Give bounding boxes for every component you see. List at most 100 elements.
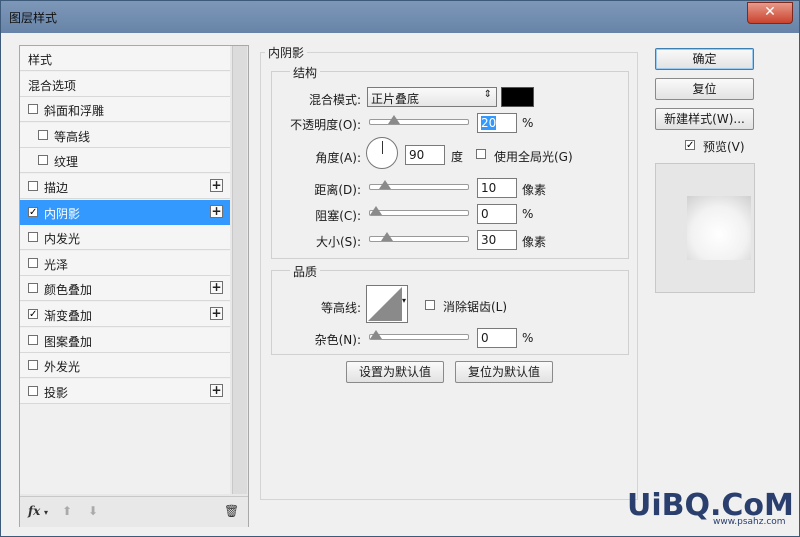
distance-slider[interactable] <box>369 180 469 190</box>
style-item-11[interactable]: 图案叠加 <box>20 327 230 353</box>
distance-slider-thumb[interactable] <box>378 180 391 189</box>
style-item-label: 等高线 <box>54 129 91 144</box>
distance-label: 距离(D): <box>314 183 361 197</box>
choke-slider-thumb[interactable] <box>370 206 382 215</box>
size-label: 大小(S): <box>315 235 361 249</box>
move-up-icon[interactable]: ⬆ <box>62 504 72 518</box>
style-item-checkbox[interactable] <box>28 232 38 243</box>
opacity-slider[interactable] <box>369 115 469 125</box>
global-light-label: 使用全局光(G) <box>494 150 573 164</box>
size-slider-thumb[interactable] <box>380 232 393 241</box>
style-item-label: 内发光 <box>44 232 81 247</box>
add-effect-plus-icon[interactable]: + <box>210 179 223 192</box>
add-effect-plus-icon[interactable]: + <box>210 204 223 218</box>
angle-label: 角度(A): <box>315 151 361 165</box>
style-item-checkbox[interactable] <box>28 385 38 396</box>
preview-box <box>655 163 755 293</box>
style-item-label: 光泽 <box>44 257 69 272</box>
styles-bottom-bar: fx ▾ ⬆ ⬇ 🗑 <box>20 496 248 527</box>
noise-slider[interactable] <box>369 330 469 340</box>
add-effect-plus-icon[interactable]: + <box>210 383 223 397</box>
noise-input[interactable]: 0 <box>477 328 517 348</box>
move-down-icon[interactable]: ⬇ <box>88 504 98 518</box>
style-item-label: 混合选项 <box>28 78 77 93</box>
style-item-6[interactable]: ✓ 内阴影 + <box>20 199 230 225</box>
make-default-button[interactable]: 设置为默认值 <box>346 361 444 383</box>
style-item-3[interactable]: 等高线 <box>20 122 230 148</box>
antialias-label: 消除锯齿(L) <box>443 300 508 314</box>
ok-button[interactable]: 确定 <box>655 48 754 70</box>
antialias-checkbox[interactable] <box>425 300 435 310</box>
styles-panel: 样式混合选项斜面和浮雕等高线纹理 描边 + ✓ 内阴影 + 内发光光泽颜色叠加 + ✓ 渐变叠加 +… <box>19 45 249 527</box>
layer-style-dialog: 图层样式 ✕ 样式混合选项斜面和浮雕等高线纹理 描边 + ✓ 内阴影 + 内发光光泽颜色叠加… <box>0 0 800 537</box>
style-item-7[interactable]: 内发光 <box>20 225 230 251</box>
opacity-input[interactable]: 20 <box>477 113 517 133</box>
inner-shadow-title: 内阴影 <box>265 44 308 61</box>
style-item-checkbox[interactable] <box>28 360 38 371</box>
style-item-checkbox[interactable] <box>38 155 48 166</box>
style-item-10[interactable]: ✓ 渐变叠加 + <box>20 302 230 327</box>
reset-button[interactable]: 复位 <box>655 78 754 100</box>
angle-dial[interactable] <box>366 137 398 169</box>
choke-slider[interactable] <box>369 206 469 216</box>
size-slider[interactable] <box>369 232 469 242</box>
checkmark-icon: ✓ <box>686 140 695 151</box>
style-item-4[interactable]: 纹理 <box>20 148 230 174</box>
style-item-checkbox[interactable] <box>28 257 38 268</box>
contour-dropdown-icon: ▾ <box>402 296 407 305</box>
style-item-0[interactable]: 样式 <box>20 46 230 71</box>
preview-checkbox[interactable]: ✓ <box>685 140 695 151</box>
close-icon: ✕ <box>764 4 776 20</box>
add-effect-plus-icon[interactable]: + <box>210 281 223 295</box>
noise-label: 杂色(N): <box>314 333 361 347</box>
style-item-label: 内阴影 <box>44 206 81 221</box>
contour-picker[interactable]: ▾ <box>366 285 408 323</box>
structure-title: 结构 <box>290 64 321 81</box>
opacity-value: 20 <box>481 116 497 130</box>
add-effect-plus-icon[interactable]: + <box>210 307 223 320</box>
quality-title: 品质 <box>290 263 321 280</box>
style-item-checkbox[interactable] <box>28 334 38 345</box>
fx-icon[interactable]: fx <box>28 504 40 518</box>
choke-unit: % <box>522 207 534 221</box>
style-item-9[interactable]: 颜色叠加 + <box>20 276 230 302</box>
trash-icon[interactable]: 🗑 <box>224 504 239 518</box>
close-button[interactable]: ✕ <box>747 2 793 24</box>
style-item-checkbox[interactable]: ✓ <box>28 309 38 320</box>
distance-input[interactable]: 10 <box>477 178 517 198</box>
global-light-checkbox[interactable] <box>476 149 486 159</box>
style-item-12[interactable]: 外发光 <box>20 353 230 379</box>
style-item-13[interactable]: 投影 + <box>20 378 230 404</box>
opacity-slider-thumb[interactable] <box>387 115 400 124</box>
style-item-checkbox[interactable] <box>38 129 48 140</box>
style-item-checkbox[interactable] <box>28 104 38 115</box>
style-item-checkbox[interactable] <box>28 283 38 294</box>
watermark-subtext: www.psahz.com <box>713 517 786 527</box>
style-item-label: 投影 <box>44 385 69 400</box>
angle-input[interactable]: 90 <box>405 145 445 165</box>
style-item-1[interactable]: 混合选项 <box>20 71 230 97</box>
new-style-button[interactable]: 新建样式(W)... <box>655 108 754 130</box>
styles-list: 样式混合选项斜面和浮雕等高线纹理 描边 + ✓ 内阴影 + 内发光光泽颜色叠加 + ✓ 渐变叠加 +… <box>20 46 230 494</box>
noise-unit: % <box>522 331 534 345</box>
shadow-color-swatch[interactable] <box>501 87 534 107</box>
size-input[interactable]: 30 <box>477 230 517 250</box>
style-item-8[interactable]: 光泽 <box>20 250 230 276</box>
angle-unit: 度 <box>451 150 464 164</box>
style-item-5[interactable]: 描边 + <box>20 174 230 199</box>
fx-dropdown-icon[interactable]: ▾ <box>44 508 48 517</box>
choke-input[interactable]: 0 <box>477 204 517 224</box>
styles-list-scrollbar[interactable] <box>232 46 247 494</box>
style-item-checkbox[interactable]: ✓ <box>28 206 38 217</box>
style-item-label: 渐变叠加 <box>44 309 93 323</box>
style-item-label: 斜面和浮雕 <box>44 104 105 119</box>
opacity-label: 不透明度(O): <box>290 118 361 132</box>
reset-default-button[interactable]: 复位为默认值 <box>455 361 553 383</box>
style-item-label: 外发光 <box>44 360 81 375</box>
dialog-title: 图层样式 <box>9 11 58 25</box>
noise-slider-thumb[interactable] <box>370 330 382 339</box>
style-item-checkbox[interactable] <box>28 181 38 191</box>
blend-mode-select[interactable]: 正片叠底 ⇕ <box>367 87 497 107</box>
style-item-label: 样式 <box>28 53 53 67</box>
style-item-2[interactable]: 斜面和浮雕 <box>20 97 230 123</box>
